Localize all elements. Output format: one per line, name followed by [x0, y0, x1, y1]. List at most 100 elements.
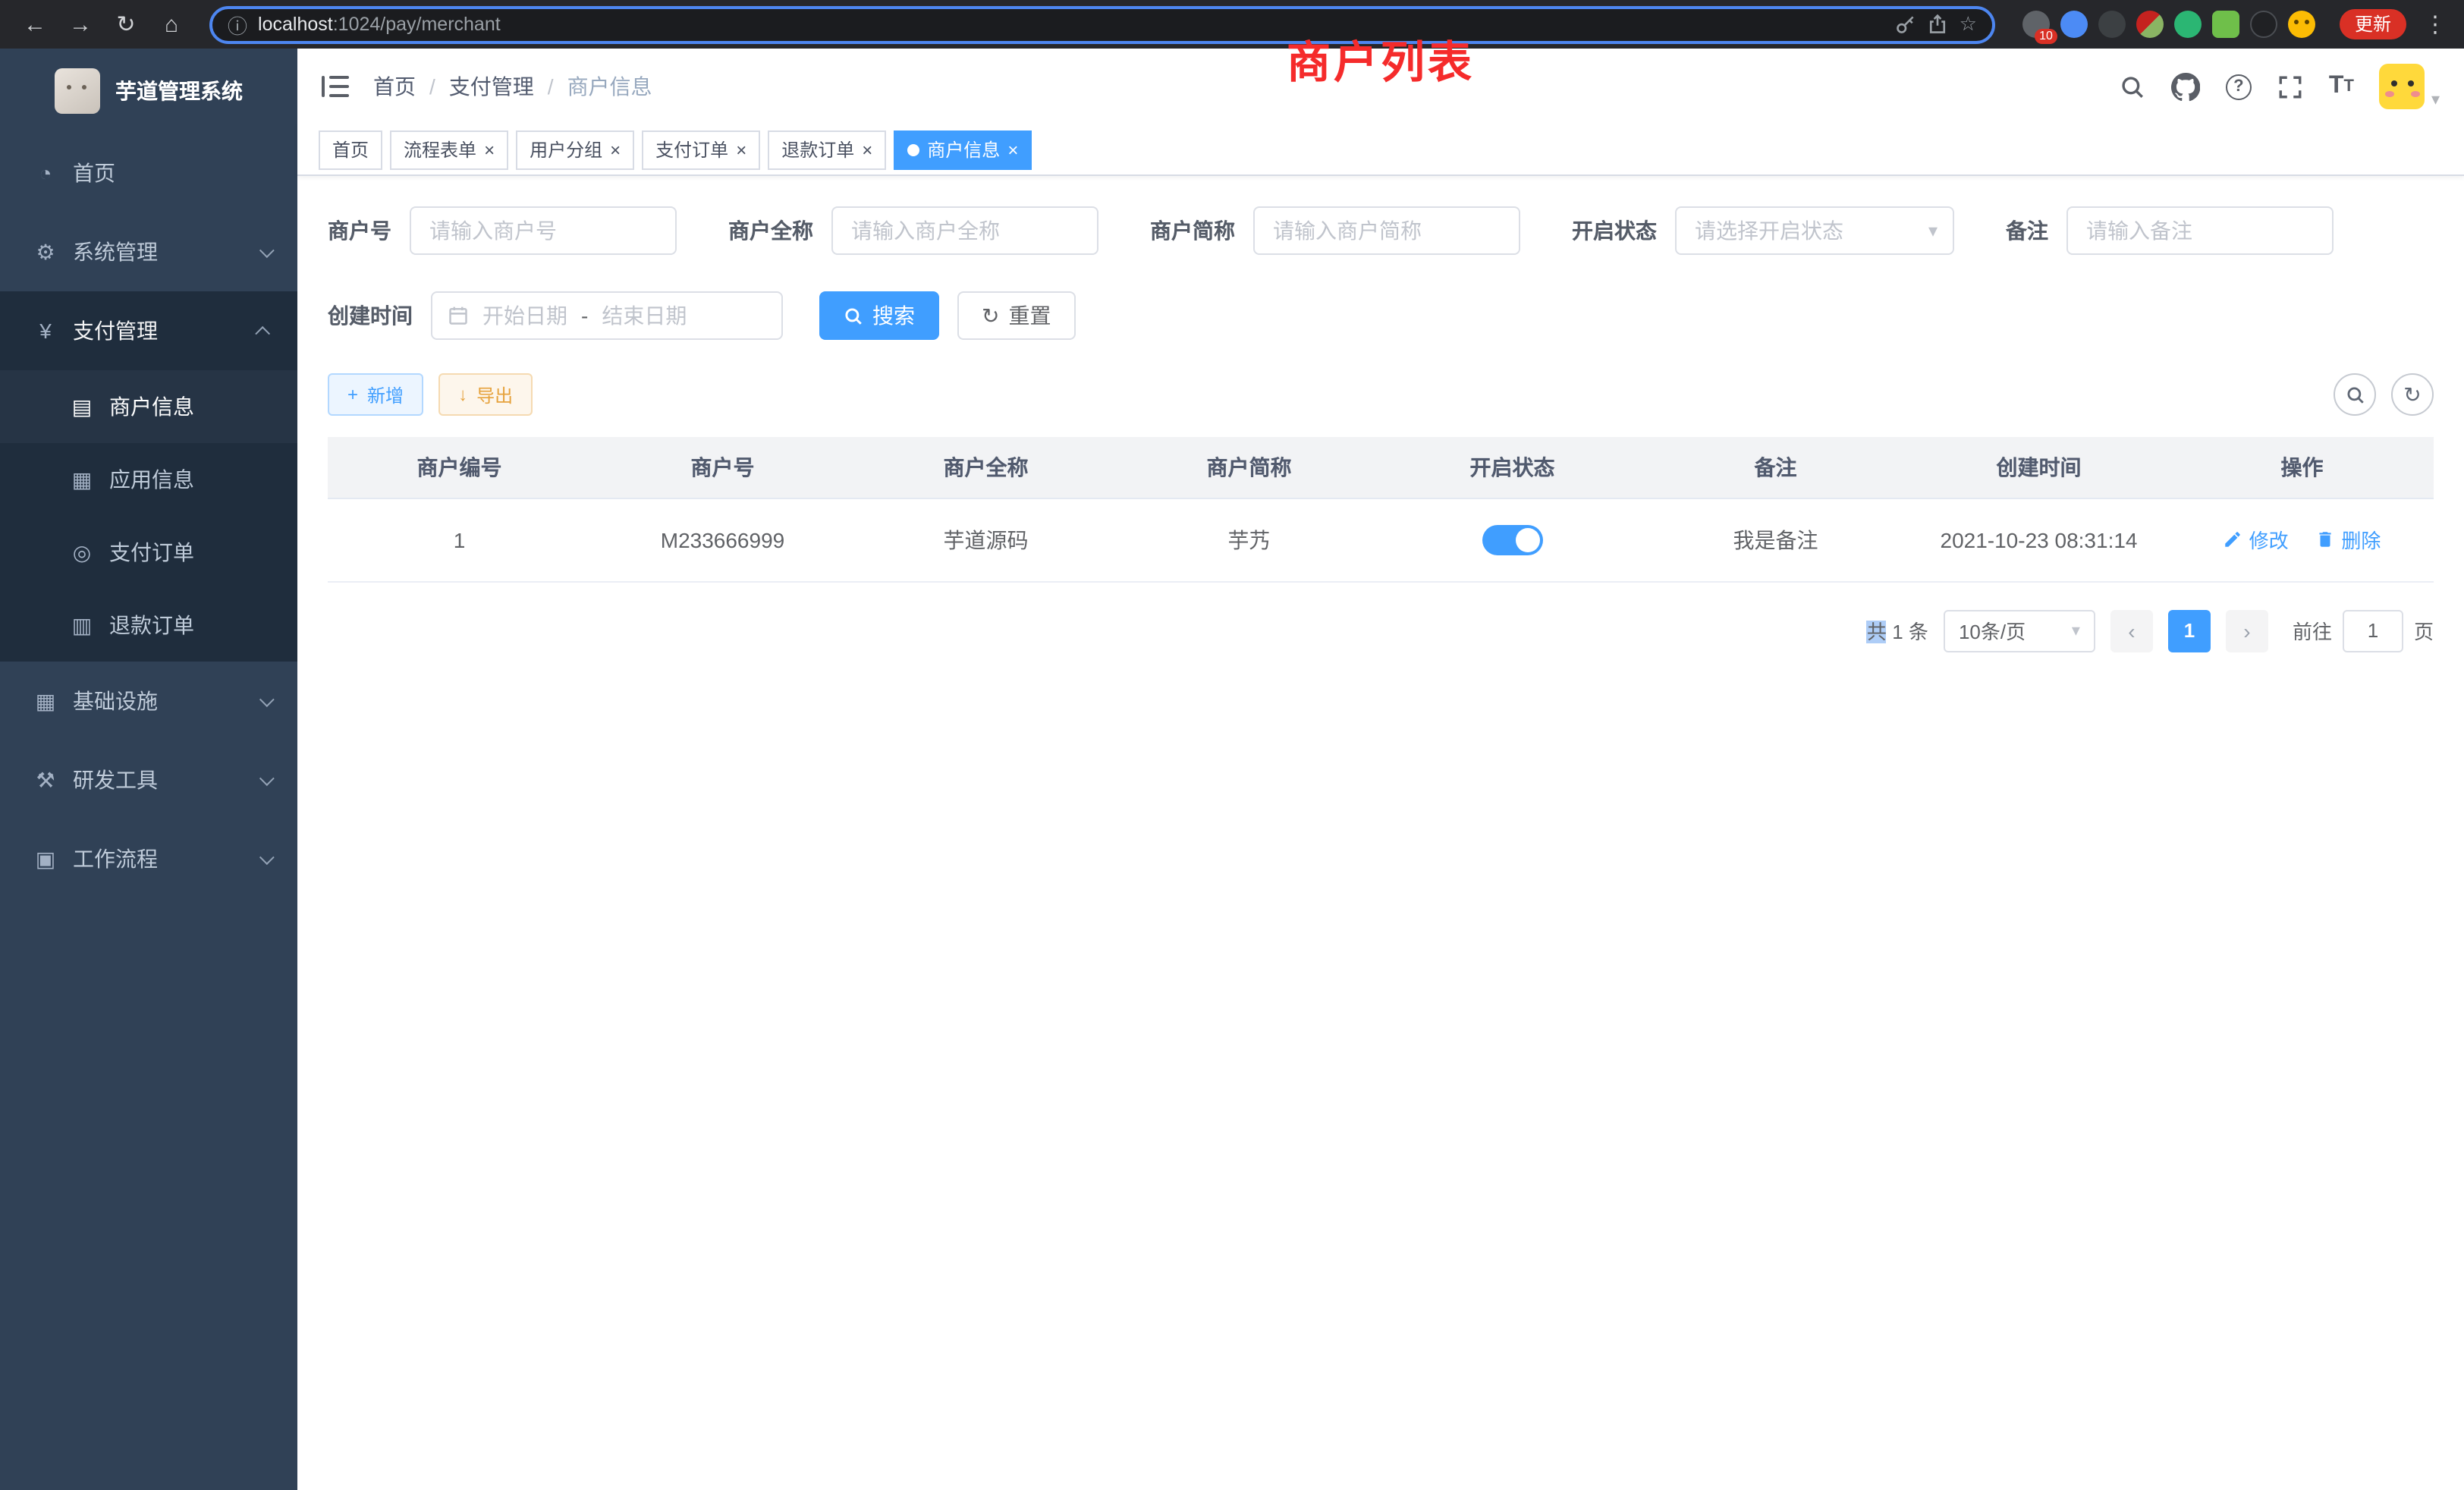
short-name-input[interactable] — [1253, 206, 1520, 255]
extension-icon[interactable] — [2174, 11, 2202, 38]
next-page-button[interactable]: › — [2226, 609, 2268, 652]
sidebar-item-label: 系统管理 — [73, 237, 158, 267]
merchant-card-icon: ▤ — [67, 394, 97, 420]
toggle-search-button[interactable] — [2334, 373, 2376, 416]
tab-pay-order[interactable]: 支付订单× — [642, 130, 760, 169]
chevron-up-icon — [255, 325, 270, 341]
plus-icon: + — [347, 384, 358, 405]
user-menu[interactable]: ▾ — [2380, 64, 2440, 109]
password-key-icon[interactable] — [1896, 14, 1917, 35]
sidebar-group-payment: ¥ 支付管理 ▤ 商户信息 ▦ 应用信息 ◎ 支付订单 ▥ — [0, 291, 297, 662]
help-icon[interactable]: ? — [2226, 74, 2252, 99]
status-label: 开启状态 — [1572, 215, 1657, 246]
reload-icon[interactable]: ↻ — [106, 5, 146, 44]
sidebar-item-refund-order[interactable]: ▥ 退款订单 — [0, 589, 297, 662]
create-time-label: 创建时间 — [328, 300, 413, 331]
extension-icon[interactable] — [2136, 11, 2164, 38]
app-title: 芋道管理系统 — [115, 76, 243, 106]
status-toggle[interactable] — [1482, 524, 1543, 555]
address-bar[interactable]: ⓘ localhost:1024/pay/merchant ☆ — [209, 5, 1995, 43]
prev-page-button[interactable]: ‹ — [2110, 609, 2153, 652]
reset-button[interactable]: ↻ 重置 — [957, 291, 1075, 340]
table-header-row: 商户编号 商户号 商户全称 商户简称 开启状态 备注 创建时间 操作 — [328, 437, 2434, 498]
extension-icon[interactable] — [2098, 11, 2126, 38]
edit-link[interactable]: 修改 — [2224, 525, 2289, 554]
page-number-1[interactable]: 1 — [2168, 609, 2211, 652]
remark-input[interactable] — [2066, 206, 2334, 255]
cell-remark: 我是备注 — [1644, 498, 1907, 581]
close-icon[interactable]: × — [862, 140, 872, 159]
share-icon[interactable] — [1928, 14, 1949, 35]
github-icon[interactable] — [2171, 72, 2200, 101]
breadcrumb-payment[interactable]: 支付管理 — [449, 71, 534, 102]
tab-process-form[interactable]: 流程表单× — [390, 130, 508, 169]
tags-view-bar: 首页 流程表单× 用户分组× 支付订单× 退款订单× 商户信息× — [297, 124, 2464, 176]
search-form-row-1: 商户号 商户全称 商户简称 开启状态 请选择开启状态 — [328, 206, 2434, 255]
delete-link[interactable]: 删除 — [2315, 525, 2381, 554]
col-merchant-no: 商户号 — [591, 437, 854, 498]
refresh-icon: ↻ — [2403, 382, 2421, 407]
goto-page-input[interactable] — [2343, 609, 2403, 652]
close-icon[interactable]: × — [736, 140, 746, 159]
extension-icon[interactable] — [2250, 11, 2277, 38]
yen-icon: ¥ — [30, 319, 61, 343]
home-icon[interactable]: ⌂ — [152, 5, 191, 44]
forward-icon[interactable]: → — [61, 5, 100, 44]
sidebar-item-pay-order[interactable]: ◎ 支付订单 — [0, 516, 297, 589]
site-info-icon[interactable]: ⓘ — [228, 10, 247, 39]
font-size-icon[interactable]: TT — [2329, 73, 2354, 100]
browser-menu-icon[interactable]: ⋮ — [2422, 11, 2449, 38]
merchant-no-input[interactable] — [410, 206, 677, 255]
tab-home[interactable]: 首页 — [319, 130, 382, 169]
tab-user-group[interactable]: 用户分组× — [516, 130, 634, 169]
sidebar-toggle-icon[interactable] — [322, 76, 349, 97]
app-logo — [55, 68, 100, 114]
target-icon: ◎ — [67, 539, 97, 565]
close-icon[interactable]: × — [1007, 140, 1018, 159]
add-button[interactable]: + 新增 — [328, 373, 423, 416]
sidebar-item-payment[interactable]: ¥ 支付管理 — [0, 291, 297, 370]
cell-merchant-no: M233666999 — [591, 498, 854, 581]
chevron-down-icon — [259, 849, 275, 864]
total-label: 共 1 条 — [1867, 616, 1928, 645]
extension-icon[interactable]: 10 — [2022, 11, 2050, 38]
status-select[interactable]: 请选择开启状态 ▾ — [1675, 206, 1954, 255]
bookmark-star-icon[interactable]: ☆ — [1960, 12, 1977, 36]
tab-merchant-info[interactable]: 商户信息× — [894, 130, 1032, 169]
start-date-placeholder: 开始日期 — [482, 300, 567, 331]
app-brand[interactable]: 芋道管理系统 — [0, 49, 297, 134]
close-icon[interactable]: × — [484, 140, 495, 159]
date-range-picker[interactable]: 开始日期 - 结束日期 — [431, 291, 783, 340]
short-name-label: 商户简称 — [1150, 215, 1235, 246]
sidebar-item-workflow[interactable]: ▣ 工作流程 — [0, 819, 297, 898]
sidebar-item-home[interactable]: ◔ 首页 — [0, 134, 297, 212]
sidebar-item-devtools[interactable]: ⚒ 研发工具 — [0, 740, 297, 819]
sidebar-item-app-info[interactable]: ▦ 应用信息 — [0, 443, 297, 516]
sidebar-item-infrastructure[interactable]: ▦ 基础设施 — [0, 662, 297, 740]
cell-status — [1381, 498, 1644, 581]
briefcase-icon: ▣ — [30, 846, 61, 872]
close-icon[interactable]: × — [610, 140, 621, 159]
goto-page: 前往 页 — [2293, 609, 2434, 652]
browser-update-button[interactable]: 更新 — [2340, 9, 2406, 39]
sidebar-item-merchant-info[interactable]: ▤ 商户信息 — [0, 370, 297, 443]
sidebar-item-system[interactable]: ⚙ 系统管理 — [0, 212, 297, 291]
tab-refund-order[interactable]: 退款订单× — [768, 130, 886, 169]
range-separator: - — [581, 303, 588, 328]
extension-icon[interactable] — [2060, 11, 2088, 38]
search-button[interactable]: 搜索 — [819, 291, 939, 340]
extension-icon[interactable] — [2288, 11, 2315, 38]
fullscreen-icon[interactable] — [2277, 74, 2303, 99]
calendar-icon — [448, 305, 469, 326]
search-icon[interactable] — [2120, 74, 2145, 99]
extension-icon[interactable] — [2212, 11, 2239, 38]
breadcrumb-home[interactable]: 首页 — [373, 71, 416, 102]
grid-icon: ▦ — [67, 467, 97, 492]
sidebar-item-label: 支付订单 — [109, 537, 194, 567]
refresh-table-button[interactable]: ↻ — [2391, 373, 2434, 416]
export-button[interactable]: ↓ 导出 — [438, 373, 533, 416]
back-icon[interactable]: ← — [15, 5, 55, 44]
user-avatar[interactable] — [2380, 64, 2425, 109]
page-size-select[interactable]: 10条/页 ▾ — [1944, 609, 2095, 652]
full-name-input[interactable] — [831, 206, 1098, 255]
